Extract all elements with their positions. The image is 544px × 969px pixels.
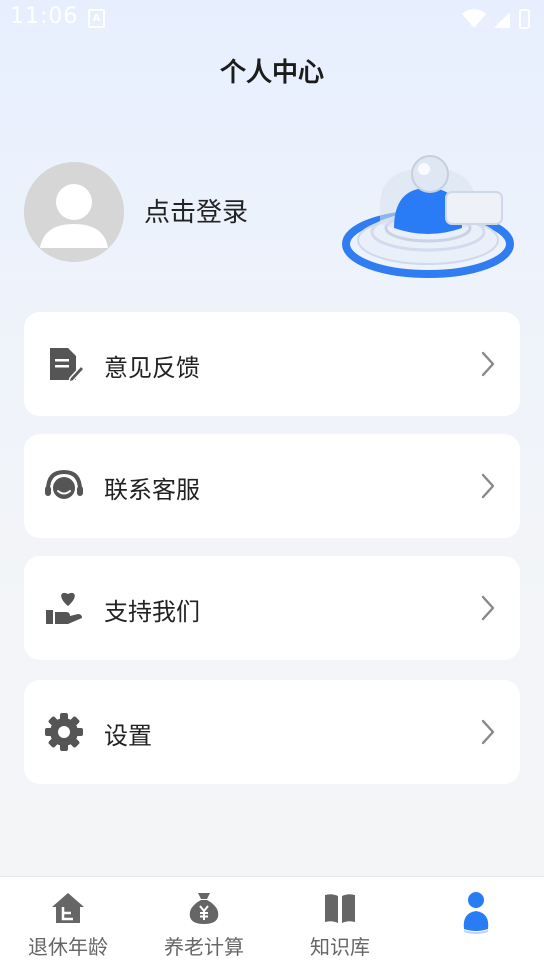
tab-knowledge-base[interactable]: 知识库 [272, 877, 408, 969]
menu-item-feedback[interactable]: 意见反馈 [24, 312, 520, 416]
menu-item-settings[interactable]: 设置 [24, 680, 520, 784]
status-icons [462, 9, 530, 29]
tab-label: 退休年龄 [28, 935, 108, 959]
profile-section: 点击登录 [24, 155, 520, 300]
feedback-document-icon [50, 348, 84, 384]
person-icon [463, 892, 489, 934]
battery-icon [519, 9, 530, 29]
page-title: 个人中心 [219, 58, 324, 88]
bottom-tab-bar: 退休年龄 养老计算 知识库 [0, 876, 544, 969]
chevron-right-icon [481, 719, 495, 745]
menu-item-support-us[interactable]: 支持我们 [24, 556, 520, 660]
status-time: 11:06 [10, 4, 79, 29]
signal-icon [494, 12, 510, 28]
menu-item-label: 意见反馈 [104, 354, 200, 382]
headset-icon [45, 469, 83, 499]
tab-pension-calc[interactable]: 养老计算 [136, 877, 272, 969]
book-icon [325, 894, 355, 923]
notification-a-icon: A [88, 9, 105, 28]
user-3d-illustration [342, 155, 514, 278]
menu-item-label: 联系客服 [104, 476, 200, 504]
menu-item-label: 支持我们 [104, 598, 200, 626]
menu-item-label: 设置 [104, 722, 152, 750]
login-link[interactable]: 点击登录 [144, 192, 248, 229]
wifi-icon [462, 9, 486, 28]
status-bar: 11:06 A [0, 0, 544, 36]
tab-retirement-age[interactable]: 退休年龄 [0, 877, 136, 969]
tab-my-profile[interactable] [408, 877, 544, 969]
chevron-right-icon [481, 351, 495, 377]
gear-icon [45, 713, 83, 751]
tab-label: 知识库 [310, 935, 370, 959]
chevron-right-icon [481, 473, 495, 499]
chevron-right-icon [481, 595, 495, 621]
tab-label: 养老计算 [164, 935, 244, 959]
money-bag-icon [189, 893, 219, 924]
menu-item-customer-service[interactable]: 联系客服 [24, 434, 520, 538]
house-icon [52, 893, 84, 923]
avatar[interactable] [24, 162, 124, 262]
hand-heart-icon [46, 592, 82, 624]
default-user-icon [24, 162, 124, 262]
